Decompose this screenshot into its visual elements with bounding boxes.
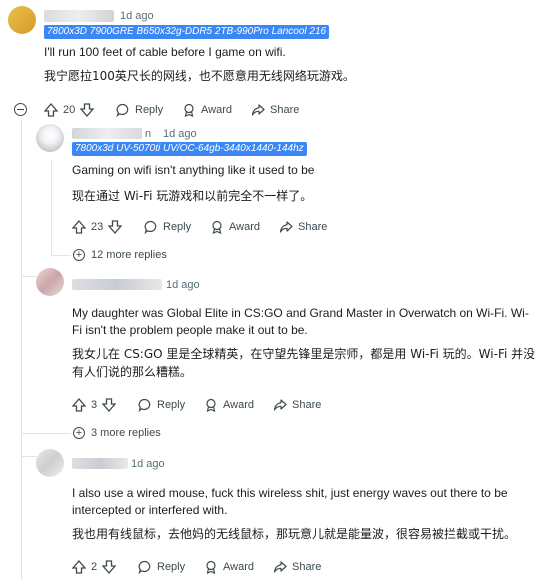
comment-translation-line-2: 有人们说的那么糟糕。 bbox=[72, 365, 193, 379]
reply-label: Reply bbox=[157, 399, 186, 411]
speech-bubble-icon bbox=[138, 398, 152, 412]
comment-translation: 现在通过 Wi-Fi 玩游戏和以前完全不一样了。 bbox=[72, 189, 313, 203]
award-button[interactable]: Award bbox=[210, 220, 260, 234]
collapse-thread-button[interactable] bbox=[14, 103, 27, 116]
plus-icon: + bbox=[73, 249, 85, 261]
comment-translation: 我也用有线鼠标，去他妈的无线鼠标，那玩意儿就是能量波，很容易被拦截或干扰。 bbox=[72, 527, 517, 541]
share-label: Share bbox=[270, 104, 300, 116]
more-replies-link[interactable]: + 12 more replies bbox=[73, 249, 167, 261]
comment-timestamp: 1d ago bbox=[131, 458, 165, 470]
username-blurred[interactable] bbox=[72, 128, 142, 139]
comment-timestamp: 1d ago bbox=[163, 128, 197, 140]
award-icon bbox=[204, 398, 218, 412]
award-label: Award bbox=[223, 399, 254, 411]
speech-bubble-icon bbox=[144, 220, 158, 234]
award-icon bbox=[182, 103, 196, 117]
avatar[interactable] bbox=[8, 6, 36, 34]
comment-body: I'll run 100 feet of cable before I game… bbox=[44, 45, 286, 59]
user-flair: 7800x3d UV-5070ti UV/OC-64gb-3440x1440-1… bbox=[72, 142, 307, 156]
minus-icon bbox=[17, 108, 24, 111]
vote-bar: 3 bbox=[72, 398, 117, 412]
reply-button[interactable]: Reply bbox=[144, 220, 191, 234]
award-button[interactable]: Award bbox=[204, 560, 254, 574]
vote-bar: 20 bbox=[44, 103, 95, 117]
avatar[interactable] bbox=[36, 449, 64, 477]
award-icon bbox=[210, 220, 224, 234]
reply-button[interactable]: Reply bbox=[138, 560, 185, 574]
more-replies-label: 3 more replies bbox=[91, 427, 161, 439]
share-button[interactable]: Share bbox=[273, 398, 321, 412]
upvote-icon[interactable] bbox=[72, 398, 86, 412]
user-flair: 7800x3D 7900GRE B650x32g-DDR5 2TB-990Pro… bbox=[44, 25, 330, 39]
thread-line-reply-1 bbox=[51, 160, 52, 255]
share-button[interactable]: Share bbox=[279, 220, 327, 234]
thread-branch-reply-4 bbox=[21, 456, 37, 457]
comment-body: Gaming on wifi isn't anything like it us… bbox=[72, 163, 315, 177]
vote-count: 2 bbox=[91, 561, 98, 573]
downvote-icon[interactable] bbox=[102, 560, 117, 574]
award-label: Award bbox=[229, 221, 260, 233]
avatar[interactable] bbox=[36, 124, 64, 152]
reply-label: Reply bbox=[135, 104, 164, 116]
vote-count: 23 bbox=[91, 221, 104, 233]
award-button[interactable]: Award bbox=[204, 398, 254, 412]
upvote-icon[interactable] bbox=[72, 220, 86, 234]
avatar[interactable] bbox=[36, 268, 64, 296]
comment-translation: 我宁愿拉100英尺长的网线，也不愿意用无线网络玩游戏。 bbox=[44, 69, 355, 83]
username-blurred[interactable] bbox=[44, 10, 114, 22]
share-icon bbox=[251, 103, 265, 117]
comment-body-line-2: intercepted or interfered with. bbox=[72, 503, 228, 517]
comment-timestamp: 1d ago bbox=[166, 279, 200, 291]
thread-branch-more-2 bbox=[51, 255, 71, 256]
more-replies-label: 12 more replies bbox=[91, 249, 167, 261]
username-blurred[interactable] bbox=[72, 458, 128, 469]
speech-bubble-icon bbox=[138, 560, 152, 574]
share-button[interactable]: Share bbox=[251, 103, 299, 117]
award-label: Award bbox=[201, 104, 232, 116]
speech-bubble-icon bbox=[116, 103, 130, 117]
upvote-icon[interactable] bbox=[44, 103, 58, 117]
username-blurred[interactable] bbox=[72, 279, 162, 290]
comment-timestamp: 1d ago bbox=[120, 10, 154, 22]
upvote-icon[interactable] bbox=[72, 560, 86, 574]
downvote-icon[interactable] bbox=[108, 220, 123, 234]
reply-label: Reply bbox=[157, 561, 186, 573]
username-suffix: n bbox=[145, 128, 152, 140]
downvote-icon[interactable] bbox=[80, 103, 95, 117]
award-button[interactable]: Award bbox=[182, 103, 232, 117]
share-button[interactable]: Share bbox=[273, 560, 321, 574]
award-icon bbox=[204, 560, 218, 574]
vote-count: 20 bbox=[63, 104, 76, 116]
vote-bar: 2 bbox=[72, 560, 117, 574]
downvote-icon[interactable] bbox=[102, 398, 117, 412]
share-label: Share bbox=[292, 399, 322, 411]
thread-branch-reply-3 bbox=[21, 276, 37, 277]
vote-count: 3 bbox=[91, 399, 98, 411]
share-icon bbox=[273, 398, 287, 412]
share-icon bbox=[279, 220, 293, 234]
share-label: Share bbox=[292, 561, 322, 573]
plus-icon: + bbox=[73, 427, 85, 439]
vote-bar: 23 bbox=[72, 220, 123, 234]
thread-branch-more-3 bbox=[21, 433, 71, 434]
reply-button[interactable]: Reply bbox=[116, 103, 163, 117]
share-label: Share bbox=[298, 221, 328, 233]
more-replies-link[interactable]: + 3 more replies bbox=[73, 427, 161, 439]
share-icon bbox=[273, 560, 287, 574]
comment-body-line-2: Fi isn't the problem people make it out … bbox=[72, 323, 308, 337]
thread-line-root bbox=[21, 120, 22, 580]
comment-translation-line-1: 我女儿在 CS:GO 里是全球精英，在守望先锋里是宗师，都是用 Wi-Fi 玩的… bbox=[72, 347, 536, 361]
reply-button[interactable]: Reply bbox=[138, 398, 185, 412]
reply-label: Reply bbox=[163, 221, 192, 233]
award-label: Award bbox=[223, 561, 254, 573]
